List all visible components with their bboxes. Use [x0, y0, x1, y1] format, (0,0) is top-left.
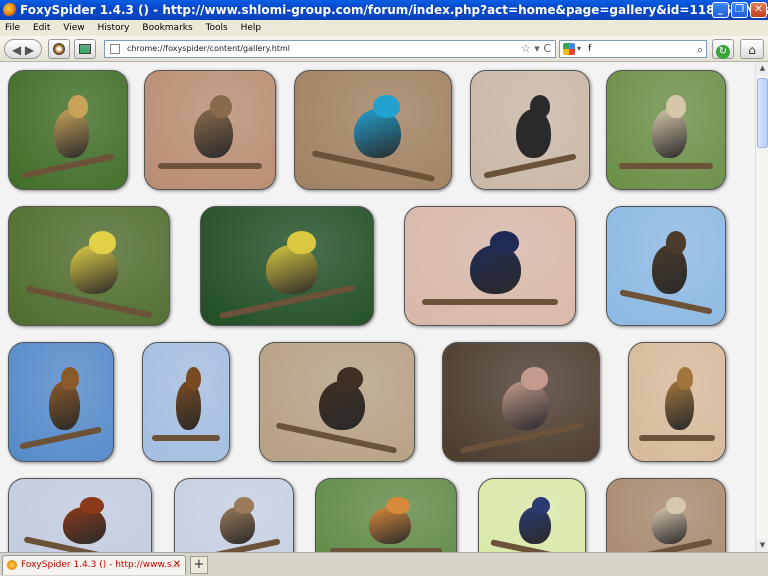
scroll-up-icon[interactable]: ▲: [756, 62, 768, 75]
bird-head-shape: [666, 230, 687, 255]
page-favicon-icon: [110, 44, 120, 54]
maximize-button[interactable]: ❐: [731, 2, 748, 18]
menu-bar: File Edit View History Bookmarks Tools H…: [0, 20, 768, 36]
gallery-thumbnail-kingfisher-1[interactable]: [294, 70, 452, 190]
title-bar: FoxySpider 1.4.3 () - http://www.shlomi-…: [0, 0, 768, 20]
bird-head-shape: [373, 94, 400, 119]
bird-head-shape: [532, 496, 551, 515]
perch-shape: [618, 163, 714, 170]
menu-edit[interactable]: Edit: [28, 20, 55, 36]
gallery-thumbnail-lark[interactable]: [174, 478, 294, 552]
perch-shape: [151, 435, 221, 442]
vertical-scrollbar[interactable]: ▲ ▼: [755, 62, 768, 552]
firefox-icon: [3, 3, 17, 17]
bird-head-shape: [186, 366, 201, 391]
gallery-thumbnail-great-tit-2[interactable]: [200, 206, 374, 326]
bird-head-shape: [521, 366, 548, 391]
google-icon[interactable]: [563, 43, 575, 55]
reload-icon: ↻: [716, 45, 730, 59]
bird-head-shape: [530, 94, 551, 119]
bird-head-shape: [490, 230, 519, 255]
reload-button[interactable]: ↻: [712, 39, 734, 59]
gallery-thumbnail-kestrel-2[interactable]: [606, 478, 726, 552]
gallery-thumbnail-dove[interactable]: [442, 342, 600, 462]
gallery-thumbnail-stonechat-1[interactable]: [8, 342, 114, 462]
bird-head-shape: [80, 496, 105, 515]
scroll-thumb[interactable]: [757, 78, 768, 148]
gallery-thumbnail-myna-1[interactable]: [606, 206, 726, 326]
gallery-thumbnail-wagtail-1[interactable]: [470, 70, 590, 190]
menu-view[interactable]: View: [58, 20, 89, 36]
menu-tools[interactable]: Tools: [201, 20, 233, 36]
menu-file[interactable]: File: [0, 20, 25, 36]
menu-history[interactable]: History: [92, 20, 134, 36]
tab-close-icon[interactable]: ✕: [173, 556, 181, 574]
perch-shape: [158, 163, 262, 170]
gallery-thumbnail-kestrel[interactable]: [144, 70, 276, 190]
tab-favicon-icon: [7, 560, 17, 570]
gallery-thumbnail-swallow-2[interactable]: [478, 478, 586, 552]
bird-head-shape: [666, 94, 687, 119]
browser-window: FoxySpider 1.4.3 () - http://www.shlomi-…: [0, 0, 768, 576]
menu-bookmarks[interactable]: Bookmarks: [137, 20, 197, 36]
bird-head-shape: [68, 94, 89, 119]
screenshot-icon[interactable]: [74, 39, 96, 59]
gallery-thumbnail-goldfinch[interactable]: [8, 70, 128, 190]
url-field[interactable]: chrome://foxyspider/content/gallery.html…: [104, 40, 556, 58]
bird-head-shape: [287, 230, 317, 255]
close-button[interactable]: ✕: [750, 2, 767, 18]
bird-head-shape: [210, 94, 233, 119]
bird-head-shape: [386, 496, 410, 515]
gallery-thumbnail-hoopoe[interactable]: [315, 478, 457, 552]
search-engine-dropdown-icon[interactable]: ▾: [577, 41, 581, 57]
tab-bar: FoxySpider 1.4.3 () - http://www.s... ✕ …: [0, 552, 768, 576]
bird-head-shape: [234, 496, 255, 515]
gallery-thumbnail-great-tit-1[interactable]: [8, 206, 170, 326]
search-field[interactable]: ▾ f ⌕: [559, 40, 707, 58]
bird-head-shape: [61, 366, 79, 391]
minimize-button[interactable]: _: [712, 2, 729, 18]
search-icon[interactable]: ⌕: [697, 42, 703, 58]
gallery-thumbnail-stonechat-3[interactable]: [628, 342, 726, 462]
gallery-thumbnail-swallow-1[interactable]: [404, 206, 576, 326]
bird-head-shape: [666, 496, 687, 515]
gallery-thumbnail-wheatear[interactable]: [606, 70, 726, 190]
navigation-toolbar: ◀ ▶ chrome://foxyspider/content/gallery.…: [0, 36, 768, 62]
menu-help[interactable]: Help: [236, 20, 267, 36]
gallery-thumbnail-stonechat-2[interactable]: [142, 342, 230, 462]
perch-shape: [422, 299, 558, 306]
scroll-down-icon[interactable]: ▼: [756, 539, 768, 552]
tab-title: FoxySpider 1.4.3 () - http://www.s...: [21, 560, 181, 570]
home-button[interactable]: ⌂: [740, 39, 764, 59]
bird-head-shape: [337, 366, 364, 391]
bird-head-shape: [89, 230, 117, 255]
back-forward-button[interactable]: ◀ ▶: [4, 39, 42, 59]
tab-foxyspider[interactable]: FoxySpider 1.4.3 () - http://www.s... ✕: [2, 555, 186, 575]
gallery-thumbnail-myna-2[interactable]: [259, 342, 415, 462]
foxyspider-icon[interactable]: [48, 39, 70, 59]
new-tab-button[interactable]: +: [190, 556, 208, 574]
bird-head-shape: [677, 366, 694, 391]
gallery-thumbnail-kingfisher-2[interactable]: [8, 478, 152, 552]
window-title: FoxySpider 1.4.3 () - http://www.shlomi-…: [20, 3, 768, 17]
search-value: f: [588, 44, 592, 54]
url-text: chrome://foxyspider/content/gallery.html: [127, 44, 290, 53]
perch-shape: [638, 435, 716, 442]
gallery-content: [0, 62, 755, 552]
url-controls[interactable]: ☆ ▾ C: [521, 41, 551, 57]
